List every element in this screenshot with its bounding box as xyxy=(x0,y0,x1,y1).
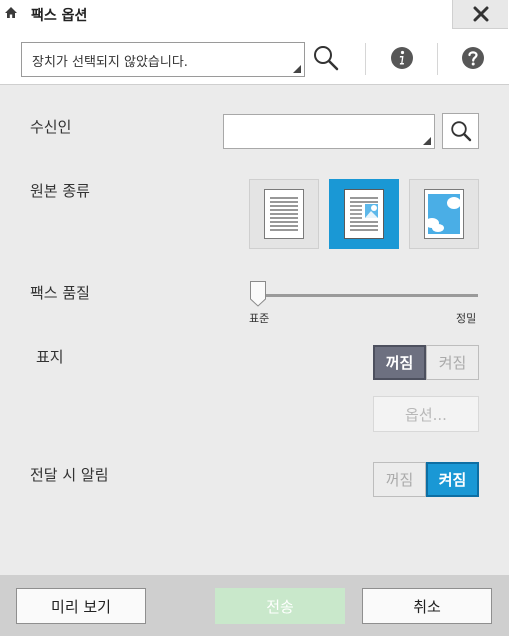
quality-slider-thumb[interactable] xyxy=(250,281,266,307)
doc-type-label: 원본 종류 xyxy=(30,182,90,200)
quality-slider-track[interactable] xyxy=(254,294,478,297)
mark-options-button[interactable]: 옵션... xyxy=(373,396,479,432)
help-icon xyxy=(462,47,484,69)
device-select-value: 장치가 선택되지 않았습니다. xyxy=(32,55,188,70)
close-icon xyxy=(473,6,488,22)
text-photo-document-icon xyxy=(344,189,384,239)
mark-on-toggle[interactable]: 켜짐 xyxy=(426,345,479,380)
doc-type-photo-button[interactable] xyxy=(409,179,479,249)
doc-type-mixed-button[interactable] xyxy=(329,179,399,249)
toolbar-divider xyxy=(437,43,438,75)
photo-document-icon xyxy=(424,189,464,239)
info-button[interactable] xyxy=(389,45,415,71)
mark-label: 표지 xyxy=(36,348,64,366)
footer-bar: 미리 보기 전송 취소 xyxy=(0,575,509,636)
cancel-button[interactable]: 취소 xyxy=(362,588,492,624)
quality-label: 팩스 품질 xyxy=(30,284,90,302)
quality-max-label: 정밀 xyxy=(456,312,477,325)
info-icon xyxy=(391,47,413,69)
recipient-search-button[interactable] xyxy=(442,113,479,149)
dropdown-corner-icon xyxy=(293,65,301,73)
close-button[interactable] xyxy=(452,0,508,29)
toolbar: 장치가 선택되지 않았습니다. xyxy=(0,30,509,85)
preview-button[interactable]: 미리 보기 xyxy=(16,588,146,624)
text-document-icon xyxy=(264,189,304,239)
quality-min-label: 표준 xyxy=(249,312,270,325)
mark-off-toggle[interactable]: 꺼짐 xyxy=(373,345,426,380)
notify-off-toggle[interactable]: 꺼짐 xyxy=(373,462,426,497)
window-title: 팩스 옵션 xyxy=(31,8,88,24)
notify-on-toggle[interactable]: 켜짐 xyxy=(426,462,479,497)
search-icon xyxy=(450,121,471,142)
title-bar: 팩스 옵션 xyxy=(0,0,509,30)
notify-label: 전달 시 알림 xyxy=(30,466,109,484)
dropdown-corner-icon xyxy=(423,137,431,145)
recipient-label: 수신인 xyxy=(30,118,72,136)
home-icon[interactable] xyxy=(4,6,18,20)
help-button[interactable] xyxy=(460,45,486,71)
device-select[interactable]: 장치가 선택되지 않았습니다. xyxy=(21,42,305,77)
device-search-button[interactable] xyxy=(313,45,339,71)
search-icon xyxy=(314,46,339,71)
doc-type-text-button[interactable] xyxy=(249,179,319,249)
send-button[interactable]: 전송 xyxy=(215,588,345,624)
toolbar-divider xyxy=(365,43,366,75)
recipient-input[interactable] xyxy=(223,114,435,149)
